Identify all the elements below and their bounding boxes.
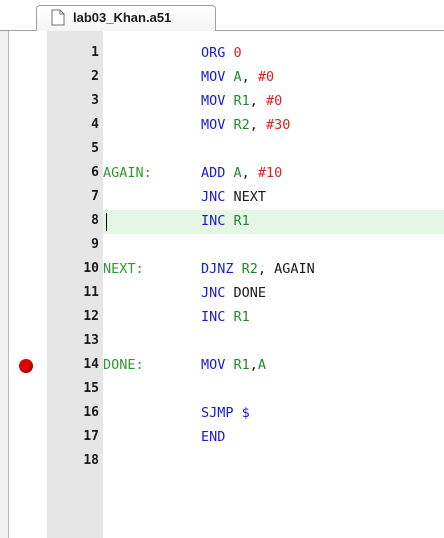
operand-token: DONE (233, 285, 267, 301)
line-number: 18 (83, 453, 99, 468)
line-number: 2 (91, 69, 99, 84)
instruction-operands: R2, #30 (234, 117, 291, 133)
operand-token: A (233, 69, 242, 85)
text-cursor (106, 213, 107, 231)
instruction-operands: A, #0 (234, 69, 275, 85)
code-line[interactable]: 7 JNC NEXT (0, 186, 444, 210)
code-line[interactable]: 17 END (0, 426, 444, 450)
instruction-operands: $ (242, 405, 250, 421)
line-number: 4 (91, 117, 99, 132)
operand-token: #0 (257, 69, 275, 85)
operand-token: #0 (266, 93, 283, 109)
current-line-highlight (103, 210, 444, 234)
instruction-mnemonic: MOV (201, 357, 226, 373)
line-number: 17 (83, 429, 99, 444)
tab-lab03-file[interactable]: lab03_Khan.a51 (36, 5, 216, 31)
instruction-mnemonic: INC (201, 309, 226, 325)
operand-token: , (249, 357, 258, 373)
instruction-mnemonic: MOV (201, 117, 226, 133)
operand-token: NEXT (233, 189, 267, 205)
code-line[interactable]: 1 ORG 0 (0, 42, 444, 66)
instruction-mnemonic: MOV (201, 93, 226, 109)
instruction-operands: NEXT (234, 189, 267, 205)
code-line[interactable]: 2 MOV A, #0 (0, 66, 444, 90)
line-number: 6 (91, 165, 99, 180)
line-number: 10 (83, 261, 99, 276)
operand-token: , (249, 93, 267, 109)
instruction-mnemonic: JNC (201, 189, 226, 205)
line-number: 5 (91, 141, 99, 156)
instruction-operands: DONE (234, 285, 267, 301)
instruction-operands: 0 (234, 45, 242, 61)
instruction-operands: R1 (234, 309, 250, 325)
code-line[interactable]: 11 JNC DONE (0, 282, 444, 306)
line-number: 14 (83, 357, 99, 372)
editor-tab-bar: lab03_Khan.a51 (0, 0, 444, 31)
instruction-mnemonic: DJNZ (201, 261, 234, 277)
code-line[interactable]: 4 MOV R2, #30 (0, 114, 444, 138)
instruction-mnemonic: JNC (201, 285, 226, 301)
operand-token: #10 (257, 165, 283, 181)
instruction-operands: R1,A (234, 357, 267, 373)
line-number: 12 (83, 309, 99, 324)
code-label: AGAIN: (103, 165, 152, 181)
operand-token: R2 (233, 117, 250, 133)
instruction-mnemonic: END (201, 429, 226, 445)
operand-token: A (257, 357, 267, 373)
code-line[interactable]: 9 (0, 234, 444, 258)
tab-label: lab03_Khan.a51 (73, 10, 172, 25)
line-number: 15 (83, 381, 99, 396)
instruction-operands: R2, AGAIN (242, 261, 315, 277)
instruction-operands: R1 (234, 213, 250, 229)
line-number: 11 (83, 285, 99, 300)
code-line[interactable]: 3 MOV R1, #0 (0, 90, 444, 114)
operand-token: R2 (241, 261, 258, 277)
operand-token: R1 (233, 213, 250, 229)
operand-token: , (241, 69, 258, 85)
line-number: 16 (83, 405, 99, 420)
code-line[interactable]: 6 AGAIN: ADD A, #10 (0, 162, 444, 186)
operand-token: R1 (233, 357, 250, 373)
operand-token: R1 (233, 93, 250, 109)
code-line[interactable]: 8 INC R1 (0, 210, 444, 234)
line-number: 7 (91, 189, 99, 204)
instruction-mnemonic: INC (201, 213, 226, 229)
operand-token: $ (241, 405, 250, 421)
line-number: 8 (91, 213, 99, 228)
operand-token: , (241, 165, 258, 181)
code-line[interactable]: 10 NEXT: DJNZ R2, AGAIN (0, 258, 444, 282)
operand-token: 0 (233, 45, 242, 61)
line-number: 9 (91, 237, 99, 252)
code-line[interactable]: 18 (0, 450, 444, 474)
line-number: 13 (83, 333, 99, 348)
operand-token: A (233, 165, 242, 181)
instruction-operands: A, #10 (234, 165, 283, 181)
operand-token: , (257, 261, 275, 277)
code-label: DONE: (103, 357, 144, 373)
instruction-mnemonic: SJMP (201, 405, 234, 421)
code-line[interactable]: 12 INC R1 (0, 306, 444, 330)
operand-token: R1 (233, 309, 250, 325)
operand-token: , (249, 117, 267, 133)
code-line[interactable]: 13 (0, 330, 444, 354)
code-line[interactable]: 14 DONE: MOV R1,A (0, 354, 444, 378)
instruction-mnemonic: ORG (201, 45, 226, 61)
instruction-mnemonic: ADD (201, 165, 226, 181)
operand-token: AGAIN (274, 261, 315, 277)
document-icon (51, 9, 65, 26)
code-line[interactable]: 5 (0, 138, 444, 162)
instruction-operands: R1, #0 (234, 93, 283, 109)
instruction-mnemonic: MOV (201, 69, 226, 85)
line-number: 3 (91, 93, 99, 108)
breakpoint-icon[interactable] (19, 359, 33, 373)
operand-token: #30 (266, 117, 291, 133)
code-line[interactable]: 16 SJMP $ (0, 402, 444, 426)
line-number: 1 (91, 45, 99, 60)
code-editor[interactable]: 1 ORG 0 2 MOV A, #0 3 MOV R1, #0 4 MOV R2, #30 5 6 AGA… (0, 31, 444, 538)
code-line[interactable]: 15 (0, 378, 444, 402)
code-label: NEXT: (103, 261, 144, 277)
